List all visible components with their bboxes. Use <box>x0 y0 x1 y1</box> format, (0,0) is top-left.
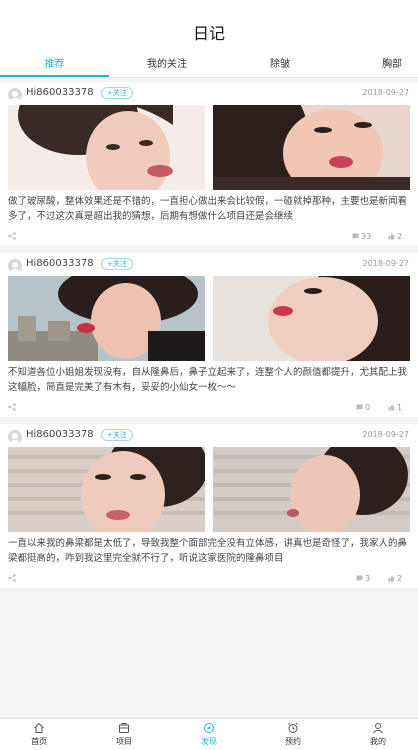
post-text[interactable]: 做了玻尿酸，整体效果还是不错的，一直担心做出来会比较假，一碰就掉那种，主要也是新… <box>8 194 412 226</box>
post-date: 2018-09-27 <box>362 88 410 97</box>
share-icon[interactable] <box>8 574 16 582</box>
username[interactable]: Hi860033378 <box>26 258 94 269</box>
home-icon <box>34 722 44 733</box>
after-photo[interactable] <box>213 105 410 190</box>
after-photo[interactable] <box>213 276 410 361</box>
bottom-nav: 首页 项目 发现 预约 我的 <box>0 718 418 750</box>
follow-button[interactable]: +关注 <box>101 258 133 270</box>
diary-card[interactable]: Hi860033378 +关注 2018-09-27 做了玻尿酸，整体效果还是不… <box>0 82 418 246</box>
nav-project[interactable]: 项目 <box>94 722 154 747</box>
comment-icon <box>356 404 363 411</box>
comment-count-value: 0 <box>365 403 371 412</box>
active-tab-indicator <box>0 75 109 77</box>
thumbs-up-icon <box>388 404 395 411</box>
header-bar: 日记 <box>0 0 418 58</box>
after-photo[interactable] <box>213 447 410 532</box>
comment-count[interactable]: 0 <box>356 403 370 412</box>
like-count-value: 2 <box>397 232 403 241</box>
diary-card[interactable]: Hi860033378 +关注 2018-09-27 一直以来我的鼻梁都是太低了… <box>0 424 418 588</box>
nav-mine[interactable]: 我的 <box>348 722 408 747</box>
discover-icon <box>204 723 214 733</box>
nav-home-label: 首页 <box>31 737 47 746</box>
comment-count-value: 33 <box>361 232 372 241</box>
comment-count-value: 3 <box>365 574 371 583</box>
like-count[interactable]: 1 <box>388 403 402 412</box>
nav-discover[interactable]: 发现 <box>179 722 239 747</box>
comment-icon <box>356 575 363 582</box>
comment-count[interactable]: 33 <box>352 232 371 241</box>
thumbs-up-icon <box>388 233 395 240</box>
diary-card[interactable]: Hi860033378 +关注 2018-09-27 不知道各位小姐姐发现没有，… <box>0 253 418 417</box>
nav-discover-label: 发现 <box>201 737 217 746</box>
avatar[interactable] <box>8 259 22 273</box>
project-icon <box>119 723 129 733</box>
tab-following[interactable]: 我的关注 <box>118 54 216 78</box>
post-text[interactable]: 不知道各位小姐姐发现没有，自从隆鼻后，鼻子立起来了，连整个人的颜值都提升，尤其配… <box>8 365 412 397</box>
like-count-value: 2 <box>397 574 403 583</box>
thumbs-up-icon <box>388 575 395 582</box>
follow-button[interactable]: +关注 <box>101 429 133 441</box>
like-count[interactable]: 2 <box>388 232 402 241</box>
follow-button[interactable]: +关注 <box>101 87 133 99</box>
comment-icon <box>352 233 359 240</box>
person-icon <box>373 723 383 734</box>
post-date: 2018-09-27 <box>362 430 410 439</box>
before-photo[interactable] <box>8 105 205 190</box>
tab-wrinkle[interactable]: 除皱 <box>240 54 320 78</box>
username[interactable]: Hi860033378 <box>26 429 94 440</box>
like-count[interactable]: 2 <box>388 574 402 583</box>
tab-chest[interactable]: 胸部 <box>362 54 418 78</box>
share-icon[interactable] <box>8 232 16 240</box>
post-date: 2018-09-27 <box>362 259 410 268</box>
nav-home[interactable]: 首页 <box>9 722 69 747</box>
before-photo[interactable] <box>8 447 205 532</box>
nav-appointment-label: 预约 <box>285 737 301 746</box>
alarm-icon <box>288 722 298 733</box>
avatar[interactable] <box>8 88 22 102</box>
like-count-value: 1 <box>397 403 403 412</box>
avatar[interactable] <box>8 430 22 444</box>
nav-project-label: 项目 <box>116 737 132 746</box>
nav-mine-label: 我的 <box>370 737 386 746</box>
comment-count[interactable]: 3 <box>356 574 370 583</box>
username[interactable]: Hi860033378 <box>26 87 94 98</box>
share-icon[interactable] <box>8 403 16 411</box>
category-tabs: 推荐 我的关注 除皱 胸部 <box>0 54 418 78</box>
nav-appointment[interactable]: 预约 <box>263 722 323 747</box>
before-photo[interactable] <box>8 276 205 361</box>
post-text[interactable]: 一直以来我的鼻梁都是太低了，导致我整个面部完全没有立体感，讲真也是奇怪了，我家人… <box>8 536 412 568</box>
